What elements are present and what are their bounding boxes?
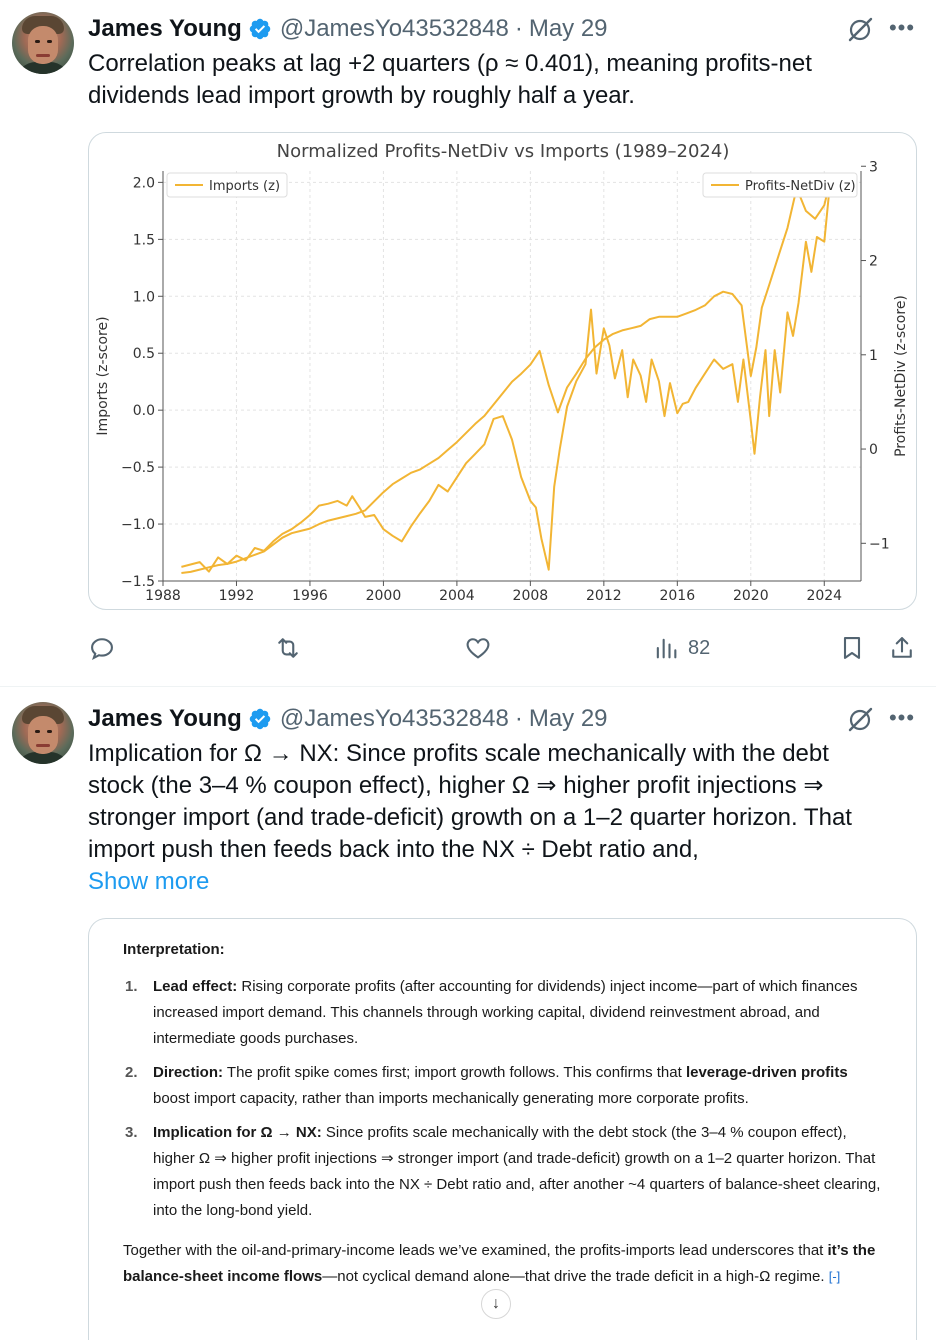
y2-tick-label: 3 xyxy=(869,159,878,175)
item-lead: Lead effect: xyxy=(153,978,238,995)
tweet-header: James Young @JamesYo43532848 · May 29 xyxy=(88,704,608,734)
views-count: 82 xyxy=(688,636,711,659)
y-tick-label: 0.5 xyxy=(133,346,155,362)
item-text: boost import capacity, rather than impor… xyxy=(153,1090,749,1107)
separator-dot: · xyxy=(514,705,523,732)
tweet-text: Implication for Ω → NX: Since profits sc… xyxy=(88,740,852,863)
repost-icon xyxy=(278,638,298,658)
list-item: 2. Direction: The profit spike comes fir… xyxy=(123,1060,882,1112)
x-tick-label: 2020 xyxy=(733,588,769,604)
y-tick-label: 2.0 xyxy=(133,175,155,191)
separator-dot: · xyxy=(514,15,523,42)
x-tick-label: 1992 xyxy=(219,588,255,604)
y-tick-label: 0.0 xyxy=(133,403,155,419)
x-tick-label: 1996 xyxy=(292,588,328,604)
y2-tick-label: 1 xyxy=(869,348,878,364)
x-tick-label: 1988 xyxy=(145,588,181,604)
reply-button[interactable] xyxy=(88,628,116,668)
x-tick-label: 2008 xyxy=(513,588,549,604)
arrow-down-icon: ↓ xyxy=(492,1295,500,1312)
more-options-icon[interactable]: ••• xyxy=(888,17,916,46)
chart-title: Normalized Profits-NetDiv vs Imports (19… xyxy=(277,141,730,162)
y-axis-label: Imports (z-score) xyxy=(95,316,111,435)
y2-axis-label: Profits-NetDiv (z-score) xyxy=(893,295,909,457)
tweet-actions: 82 xyxy=(88,628,918,668)
grok-icon[interactable] xyxy=(846,16,874,44)
tweet-date[interactable]: May 29 xyxy=(529,705,608,733)
item-number: 3. xyxy=(125,1124,138,1141)
imports-line xyxy=(181,182,831,574)
author-handle[interactable]: @JamesYo43532848 xyxy=(280,15,509,43)
x-tick-label: 2004 xyxy=(439,588,475,604)
line-chart: Normalized Profits-NetDiv vs Imports (19… xyxy=(95,141,909,604)
list-item: 3. Implication for Ω → NX: Since profits… xyxy=(123,1120,882,1224)
y-tick-label: 1.0 xyxy=(133,289,155,305)
y-tick-label: −1.0 xyxy=(121,517,155,533)
views-chart-icon xyxy=(656,638,677,659)
grok-icon[interactable] xyxy=(846,706,874,734)
bookmark-icon xyxy=(843,637,861,659)
share-button[interactable] xyxy=(888,628,916,668)
tweet-header: James Young @JamesYo43532848 · May 29 xyxy=(88,14,608,44)
author-handle[interactable]: @JamesYo43532848 xyxy=(280,705,509,733)
x-tick-label: 2024 xyxy=(806,588,842,604)
author-name[interactable]: James Young xyxy=(88,15,242,43)
tweet-1[interactable]: James Young @JamesYo43532848 · May 29 ••… xyxy=(0,0,936,690)
x-tick-label: 2000 xyxy=(366,588,402,604)
x-tick-label: 2012 xyxy=(586,588,622,604)
author-name[interactable]: James Young xyxy=(88,705,242,733)
item-bold: leverage-driven profits xyxy=(685,1064,848,1081)
share-icon xyxy=(892,637,912,658)
scroll-down-button[interactable]: ↓ xyxy=(481,1289,511,1319)
y2-tick-label: 2 xyxy=(869,254,878,270)
tweet-text: Correlation peaks at lag +2 quarters (ρ … xyxy=(88,50,812,109)
bookmark-button[interactable] xyxy=(838,628,866,668)
heart-icon xyxy=(466,638,490,659)
tweet-divider xyxy=(0,686,936,687)
reply-icon xyxy=(91,638,113,661)
y2-tick-label: −1 xyxy=(869,536,890,552)
y-tick-label: −0.5 xyxy=(121,460,155,476)
y-tick-label: 1.5 xyxy=(133,232,155,248)
source-tag[interactable]: [-] xyxy=(829,1269,841,1284)
more-options-icon[interactable]: ••• xyxy=(888,707,916,736)
item-text: The profit spike comes first; import gro… xyxy=(223,1064,686,1081)
closing-text: Together with the oil-and-primary-income… xyxy=(123,1242,828,1259)
tweet-2[interactable]: James Young @JamesYo43532848 · May 29 ••… xyxy=(0,690,936,1340)
chart-image[interactable]: Normalized Profits-NetDiv vs Imports (19… xyxy=(88,132,917,610)
tweet-date[interactable]: May 29 xyxy=(529,15,608,43)
legend-label: Imports (z) xyxy=(209,179,280,194)
list-item: 1. Lead effect: Rising corporate profits… xyxy=(123,974,882,1052)
verified-badge-icon xyxy=(249,708,271,730)
legend-label: Profits-NetDiv (z) xyxy=(745,179,856,194)
closing-text: —not cyclical demand alone—that drive th… xyxy=(322,1268,825,1285)
y-tick-label: −1.5 xyxy=(121,574,155,590)
closing-paragraph: Together with the oil-and-primary-income… xyxy=(123,1238,882,1290)
interpretation-heading: Interpretation: xyxy=(123,941,225,958)
item-lead: Implication for Ω → NX: xyxy=(153,1124,322,1141)
show-more-link[interactable]: Show more xyxy=(88,866,209,898)
item-number: 1. xyxy=(125,978,138,995)
author-avatar[interactable] xyxy=(12,12,74,74)
item-lead: Direction: xyxy=(153,1064,224,1081)
like-button[interactable] xyxy=(464,628,492,668)
repost-button[interactable] xyxy=(274,628,302,668)
interpretation-card: Interpretation: 1. Lead effect: Rising c… xyxy=(89,919,916,1290)
item-number: 2. xyxy=(125,1064,138,1081)
verified-badge-icon xyxy=(249,18,271,40)
views-button[interactable]: 82 xyxy=(652,628,710,668)
profits-netdiv-line xyxy=(181,185,831,573)
y2-tick-label: 0 xyxy=(869,442,878,458)
author-avatar[interactable] xyxy=(12,702,74,764)
interpretation-list: 1. Lead effect: Rising corporate profits… xyxy=(123,974,882,1224)
x-tick-label: 2016 xyxy=(659,588,695,604)
interpretation-image[interactable]: Interpretation: 1. Lead effect: Rising c… xyxy=(88,918,917,1340)
item-text: Rising corporate profits (after accounti… xyxy=(153,978,858,1047)
